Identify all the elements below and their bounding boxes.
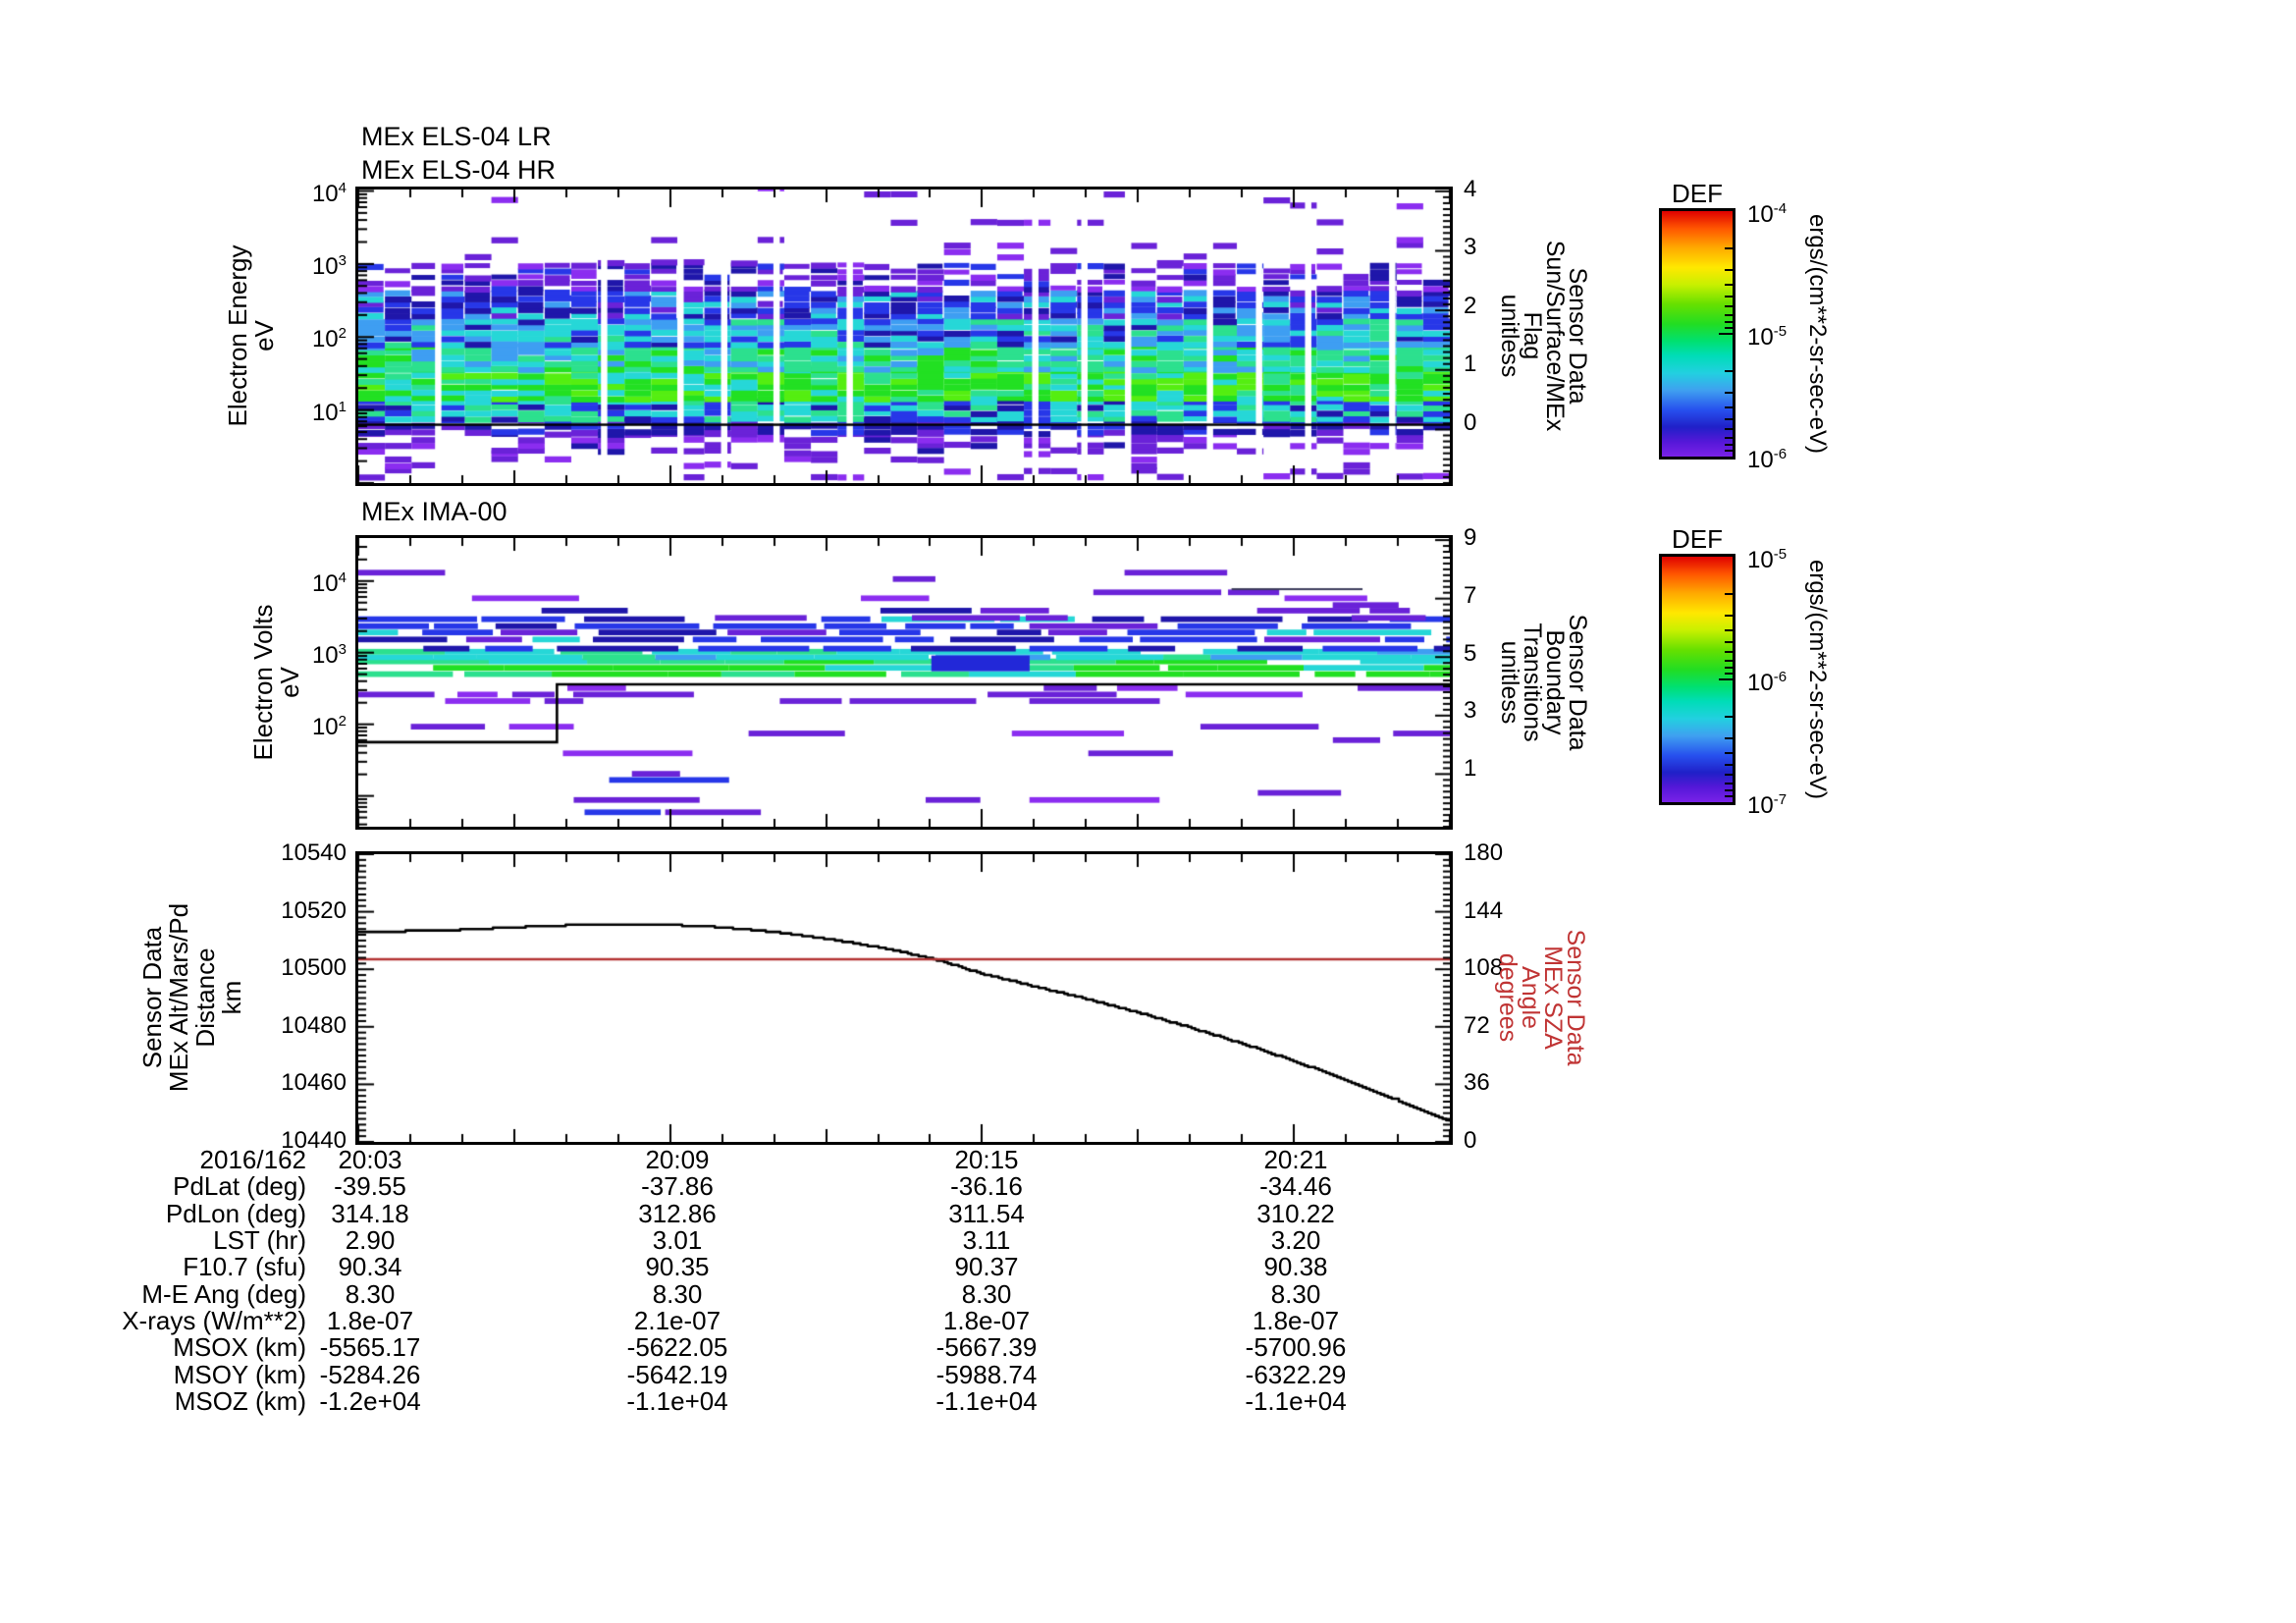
table-cell: 1.8e-07 xyxy=(252,1308,488,1334)
table-cell: 1.8e-07 xyxy=(869,1308,1104,1334)
table-cell: 90.38 xyxy=(1178,1254,1414,1280)
mex-orbit-summary-figure: MEx ELS-04 LR MEx ELS-04 HR MEx IMA-00 1… xyxy=(0,0,2296,1623)
table-cell: 3.11 xyxy=(869,1227,1104,1254)
table-cell: -36.16 xyxy=(869,1173,1104,1200)
table-cell: 2.1e-07 xyxy=(560,1308,795,1334)
table-cell: 310.22 xyxy=(1178,1201,1414,1227)
colorbar-tick-label: 10-7 xyxy=(1747,787,1787,819)
table-cell: -5622.05 xyxy=(560,1334,795,1361)
table-cell: -5284.26 xyxy=(252,1362,488,1388)
table-cell: -37.86 xyxy=(560,1173,795,1200)
table-cell: 314.18 xyxy=(252,1201,488,1227)
table-cell: -5667.39 xyxy=(869,1334,1104,1361)
table-cell: -6322.29 xyxy=(1178,1362,1414,1388)
table-cell: 8.30 xyxy=(560,1281,795,1308)
table-cell: 20:15 xyxy=(869,1147,1104,1173)
table-cell: -1.1e+04 xyxy=(560,1388,795,1415)
table-cell: 20:03 xyxy=(252,1147,488,1173)
table-cell: 3.01 xyxy=(560,1227,795,1254)
table-cell: -34.46 xyxy=(1178,1173,1414,1200)
colorbar-tick-label: 10-6 xyxy=(1747,442,1787,473)
table-cell: 8.30 xyxy=(1178,1281,1414,1308)
table-cell: 90.35 xyxy=(560,1254,795,1280)
colorbar-tick-label: 10-5 xyxy=(1747,542,1787,573)
table-cell: 311.54 xyxy=(869,1201,1104,1227)
table-cell: 8.30 xyxy=(869,1281,1104,1308)
table-cell: -5642.19 xyxy=(560,1362,795,1388)
colorbar-tick-label: 10-5 xyxy=(1747,319,1787,351)
table-cell: 2.90 xyxy=(252,1227,488,1254)
table-cell: 312.86 xyxy=(560,1201,795,1227)
table-cell: 90.37 xyxy=(869,1254,1104,1280)
colorbar-tick-label: 10-4 xyxy=(1747,196,1787,228)
table-cell: -5565.17 xyxy=(252,1334,488,1361)
table-cell: -1.1e+04 xyxy=(1178,1388,1414,1415)
table-cell: -1.2e+04 xyxy=(252,1388,488,1415)
table-cell: 8.30 xyxy=(252,1281,488,1308)
table-cell: 1.8e-07 xyxy=(1178,1308,1414,1334)
table-cell: -39.55 xyxy=(252,1173,488,1200)
table-cell: 20:21 xyxy=(1178,1147,1414,1173)
table-cell: 3.20 xyxy=(1178,1227,1414,1254)
colorbar-tick-label: 10-6 xyxy=(1747,665,1787,696)
table-cell: -1.1e+04 xyxy=(869,1388,1104,1415)
table-cell: -5988.74 xyxy=(869,1362,1104,1388)
table-cell: 90.34 xyxy=(252,1254,488,1280)
ephemeris-table: 2016/16220:0320:0920:1520:21PdLat (deg)-… xyxy=(0,0,2296,1623)
table-cell: -5700.96 xyxy=(1178,1334,1414,1361)
table-cell: 20:09 xyxy=(560,1147,795,1173)
